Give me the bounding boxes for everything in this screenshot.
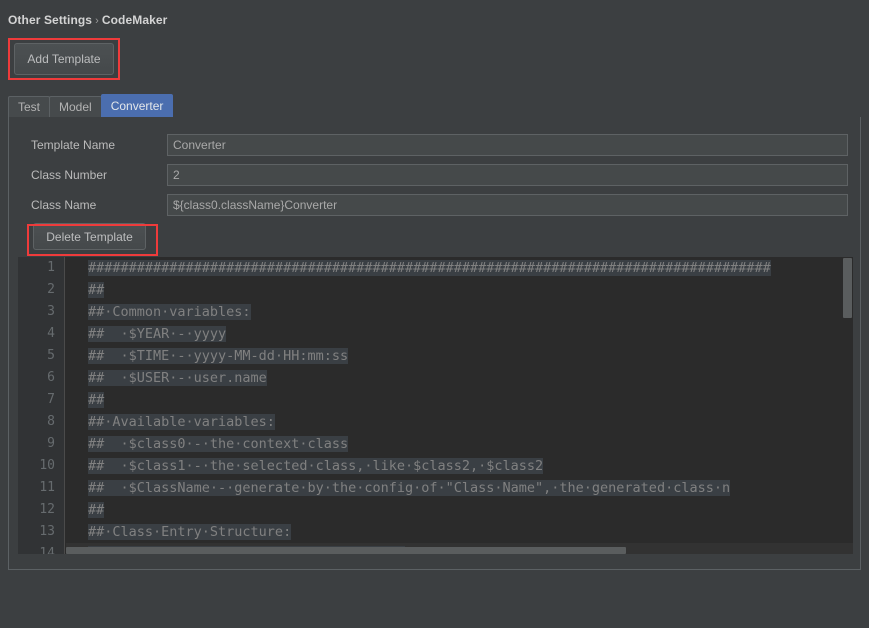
template-code-editor[interactable]: 1234567891011121314 ####################… xyxy=(18,257,853,554)
class-name-label: Class Name xyxy=(31,194,96,216)
editor-line-number: 4 xyxy=(18,323,64,345)
template-tabstrip: Test Model Converter xyxy=(8,96,861,118)
converter-tab-panel: Template Name Converter Class Number 2 C… xyxy=(8,117,861,570)
editor-line-number: 9 xyxy=(18,433,64,455)
editor-line-number: 1 xyxy=(18,257,64,279)
editor-line-number: 12 xyxy=(18,499,64,521)
class-number-label: Class Number xyxy=(31,164,107,186)
editor-code-line[interactable]: ## ·$YEAR·-·yyyy xyxy=(66,323,853,345)
template-name-label: Template Name xyxy=(31,134,115,156)
editor-line-number: 3 xyxy=(18,301,64,323)
editor-code-line[interactable]: ##·Class·Entry·Structure: xyxy=(66,521,853,543)
editor-code-line[interactable]: ## ·$TIME·-·yyyy-MM-dd·HH:mm:ss xyxy=(66,345,853,367)
editor-line-number: 10 xyxy=(18,455,64,477)
add-template-button[interactable]: Add Template xyxy=(14,43,114,75)
editor-code-line[interactable]: ##·Available·variables: xyxy=(66,411,853,433)
tab-model[interactable]: Model xyxy=(49,96,102,117)
tab-converter[interactable]: Converter xyxy=(101,94,174,117)
editor-code-line[interactable]: ## ·$class0·-·the·context·class xyxy=(66,433,853,455)
editor-line-number: 13 xyxy=(18,521,64,543)
breadcrumb-current: CodeMaker xyxy=(102,13,168,27)
editor-code-line[interactable]: ## xyxy=(66,279,853,301)
editor-line-number: 14 xyxy=(18,543,64,554)
editor-code-line[interactable]: ## ·$class1·-·the·selected·class,·like·$… xyxy=(66,455,853,477)
editor-code-line[interactable]: ## ·$USER·-·user.name xyxy=(66,367,853,389)
editor-vertical-scrollbar-thumb[interactable] xyxy=(843,258,852,318)
editor-line-number: 5 xyxy=(18,345,64,367)
class-number-input[interactable]: 2 xyxy=(167,164,848,186)
breadcrumb: Other Settings›CodeMaker xyxy=(8,13,167,27)
editor-code-line[interactable]: ## xyxy=(66,389,853,411)
editor-code-area[interactable]: ########################################… xyxy=(66,257,853,554)
editor-line-number: 8 xyxy=(18,411,64,433)
form-row-class-name: Class Name ${class0.className}Converter xyxy=(9,194,860,216)
tab-test[interactable]: Test xyxy=(8,96,50,117)
form-row-template-name: Template Name Converter xyxy=(9,134,860,156)
breadcrumb-root[interactable]: Other Settings xyxy=(8,13,92,27)
editor-code-line[interactable]: ## xyxy=(66,499,853,521)
editor-code-line[interactable]: ## ·$ClassName·-·generate·by·the·config·… xyxy=(66,477,853,499)
form-row-class-number: Class Number 2 xyxy=(9,164,860,186)
delete-template-button[interactable]: Delete Template xyxy=(33,223,146,250)
editor-code-line[interactable]: ########################################… xyxy=(66,257,853,279)
editor-line-number: 11 xyxy=(18,477,64,499)
editor-line-number: 2 xyxy=(18,279,64,301)
editor-horizontal-scrollbar-thumb[interactable] xyxy=(66,547,626,554)
editor-line-number: 6 xyxy=(18,367,64,389)
editor-code-line[interactable]: ##·Common·variables: xyxy=(66,301,853,323)
editor-line-number: 7 xyxy=(18,389,64,411)
editor-line-number-gutter: 1234567891011121314 xyxy=(18,257,65,554)
class-name-input[interactable]: ${class0.className}Converter xyxy=(167,194,848,216)
breadcrumb-separator-icon: › xyxy=(92,15,102,27)
template-name-input[interactable]: Converter xyxy=(167,134,848,156)
